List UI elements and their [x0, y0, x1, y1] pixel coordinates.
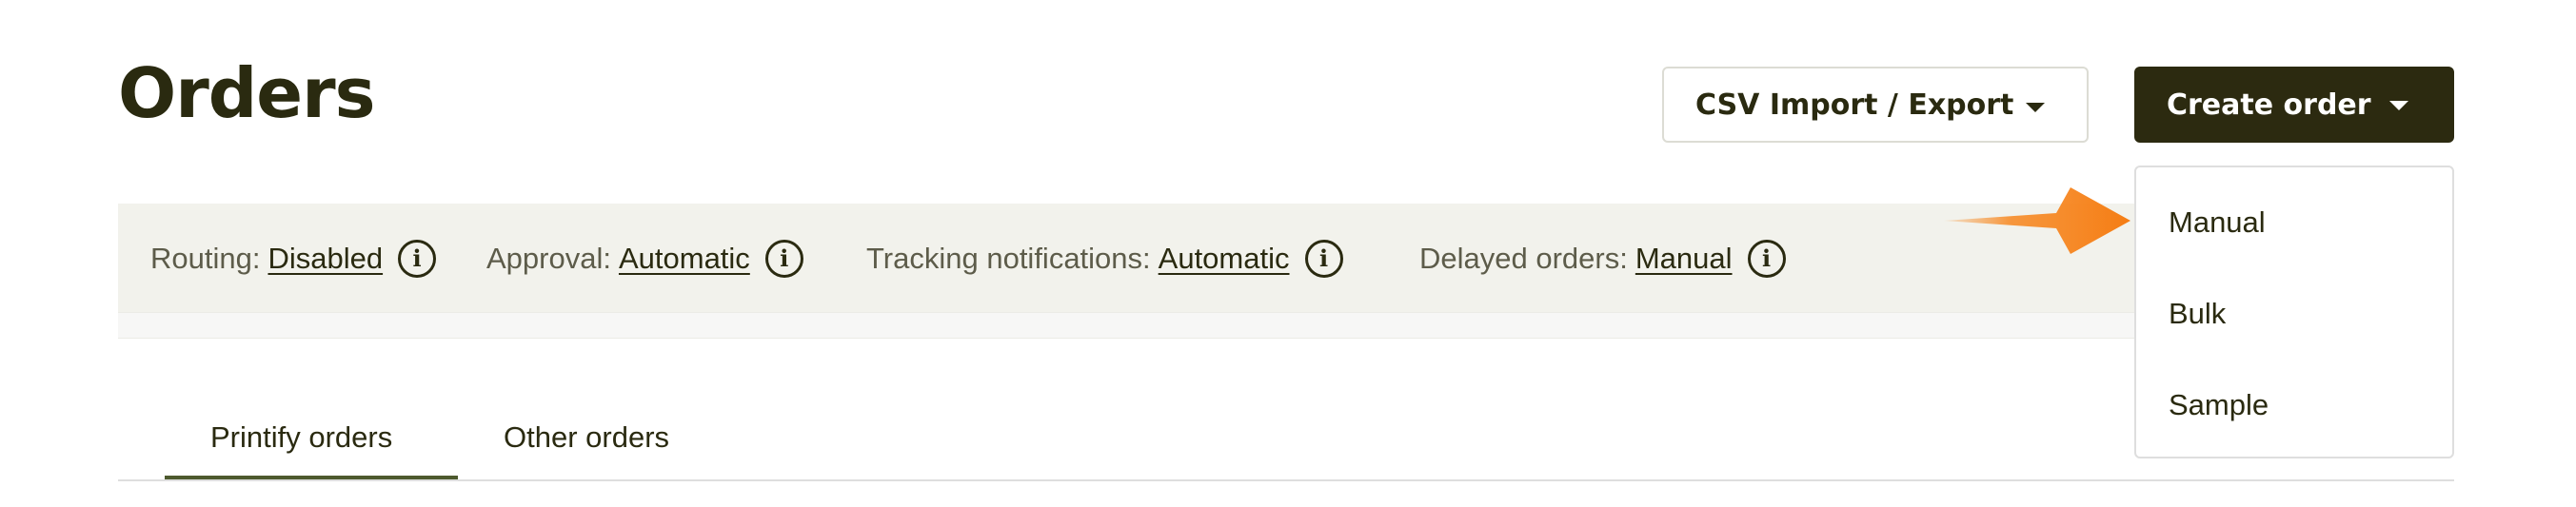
approval-value-link[interactable]: Automatic — [619, 240, 750, 278]
info-icon[interactable]: i — [1747, 240, 1786, 278]
routing-status: Routing: Disabled i — [150, 240, 437, 278]
info-icon[interactable]: i — [1304, 240, 1343, 278]
delayed-orders-label: Delayed orders: — [1419, 242, 1628, 275]
csv-import-export-label: CSV Import / Export — [1695, 88, 2014, 122]
page-title: Orders — [118, 53, 375, 133]
approval-status: Approval: Automatic i — [486, 240, 803, 278]
menu-item-sample[interactable]: Sample — [2169, 386, 2269, 424]
tab-other-orders[interactable]: Other orders — [504, 419, 669, 457]
menu-item-bulk[interactable]: Bulk — [2169, 295, 2226, 333]
menu-item-manual[interactable]: Manual — [2169, 204, 2266, 242]
approval-label: Approval: — [486, 242, 611, 275]
csv-import-export-button[interactable]: CSV Import / Export — [1662, 67, 2089, 143]
delayed-orders-status: Delayed orders: Manual i — [1419, 240, 1786, 278]
tracking-notifications-value-link[interactable]: Automatic — [1159, 240, 1290, 278]
info-icon[interactable]: i — [398, 240, 437, 278]
settings-bar-divider — [118, 312, 2454, 339]
pointer-arrow-icon — [1944, 187, 2130, 254]
chevron-down-icon — [2389, 101, 2408, 110]
tabs-divider — [118, 479, 2454, 481]
chevron-down-icon — [2026, 103, 2045, 112]
routing-value-link[interactable]: Disabled — [268, 240, 383, 278]
create-order-label: Create order — [2167, 88, 2371, 122]
create-order-button[interactable]: Create order — [2134, 67, 2454, 143]
delayed-orders-value-link[interactable]: Manual — [1635, 240, 1733, 278]
tab-printify-orders[interactable]: Printify orders — [210, 419, 392, 457]
tracking-notifications-status: Tracking notifications: Automatic i — [866, 240, 1343, 278]
tracking-notifications-label: Tracking notifications: — [866, 242, 1151, 275]
orders-page: Orders CSV Import / Export Create order … — [0, 0, 2576, 507]
routing-label: Routing: — [150, 242, 261, 275]
info-icon[interactable]: i — [764, 240, 803, 278]
create-order-menu: Manual Bulk Sample — [2134, 166, 2454, 458]
